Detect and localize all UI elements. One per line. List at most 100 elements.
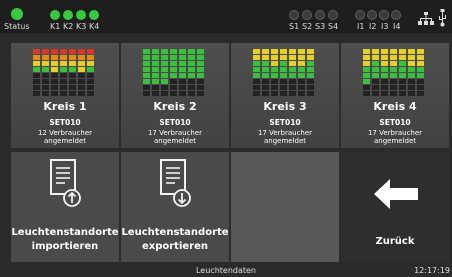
matrix-cell — [143, 73, 150, 78]
matrix-cell — [161, 61, 168, 66]
matrix-cell — [179, 49, 186, 54]
circuit-name: Kreis 2 — [153, 100, 197, 113]
matrix-cell — [170, 73, 177, 78]
matrix-cell — [42, 55, 49, 60]
matrix-cell — [143, 85, 150, 90]
matrix-cell — [161, 91, 168, 96]
s4-label: S4 — [328, 22, 339, 31]
circuit-tile-3[interactable]: Kreis 3 SET010 17 Verbraucher angemeldet — [231, 43, 339, 148]
matrix-cell — [87, 79, 94, 84]
matrix-cell — [33, 67, 40, 72]
circuit-set: SET010 — [379, 118, 411, 127]
circuit-name: Kreis 4 — [373, 100, 417, 113]
matrix-cell — [381, 79, 388, 84]
s3-label: S3 — [315, 22, 326, 31]
matrix-cell — [33, 85, 40, 90]
matrix-cell — [87, 73, 94, 78]
matrix-cell — [60, 91, 67, 96]
matrix-cell — [262, 85, 269, 90]
matrix-cell — [280, 67, 287, 72]
matrix-cell — [271, 79, 278, 84]
matrix-cell — [363, 67, 370, 72]
circuit-name: Kreis 1 — [43, 100, 87, 113]
circuit-name: Kreis 3 — [263, 100, 307, 113]
circuit-tile-4[interactable]: Kreis 4 SET010 17 Verbraucher angemeldet — [341, 43, 449, 148]
matrix-cell — [298, 85, 305, 90]
matrix-cell — [372, 79, 379, 84]
i4-label: I4 — [393, 22, 401, 31]
s1-label: S1 — [289, 22, 300, 31]
matrix-cell — [289, 49, 296, 54]
matrix-cell — [152, 67, 159, 72]
matrix-cell — [143, 67, 150, 72]
matrix-cell — [69, 85, 76, 90]
matrix-cell — [280, 91, 287, 96]
matrix-cell — [87, 91, 94, 96]
matrix-cell — [51, 85, 58, 90]
export-locations-button[interactable]: Leuchtenstandorte exportieren — [121, 152, 229, 262]
back-button[interactable]: Zurück — [341, 152, 449, 262]
consumer-count-line2: angemeldet — [43, 137, 87, 145]
matrix-cell — [289, 79, 296, 84]
load-matrix — [253, 49, 316, 97]
matrix-cell — [262, 67, 269, 72]
consumer-count-line2: angemeldet — [263, 137, 307, 145]
matrix-cell — [161, 67, 168, 72]
matrix-cell — [399, 85, 406, 90]
import-locations-button[interactable]: Leuchtenstandorte importieren — [11, 152, 119, 262]
matrix-cell — [271, 73, 278, 78]
matrix-cell — [179, 79, 186, 84]
back-label: Zurück — [375, 236, 415, 247]
matrix-cell — [262, 49, 269, 54]
matrix-cell — [87, 85, 94, 90]
matrix-cell — [271, 85, 278, 90]
matrix-cell — [289, 55, 296, 60]
matrix-cell — [42, 91, 49, 96]
matrix-cell — [152, 49, 159, 54]
circuit-tile-1[interactable]: Kreis 1 SET010 12 Verbraucher angemeldet — [11, 43, 119, 148]
matrix-cell — [33, 61, 40, 66]
matrix-cell — [262, 55, 269, 60]
k4-label: K4 — [89, 22, 100, 31]
matrix-cell — [280, 55, 287, 60]
matrix-cell — [197, 49, 204, 54]
matrix-cell — [253, 73, 260, 78]
matrix-cell — [42, 73, 49, 78]
footer-bar: Leuchtendaten 12:17:19 — [0, 265, 452, 277]
matrix-cell — [417, 55, 424, 60]
matrix-cell — [253, 85, 260, 90]
matrix-cell — [69, 79, 76, 84]
matrix-cell — [363, 61, 370, 66]
matrix-cell — [262, 91, 269, 96]
matrix-cell — [417, 85, 424, 90]
matrix-cell — [197, 85, 204, 90]
matrix-cell — [253, 49, 260, 54]
k2-led — [63, 10, 73, 20]
k3-label: K3 — [76, 22, 87, 31]
matrix-cell — [381, 91, 388, 96]
matrix-cell — [170, 91, 177, 96]
matrix-cell — [381, 61, 388, 66]
matrix-cell — [280, 61, 287, 66]
matrix-cell — [390, 79, 397, 84]
matrix-cell — [197, 79, 204, 84]
matrix-cell — [152, 85, 159, 90]
matrix-cell — [298, 55, 305, 60]
matrix-cell — [51, 61, 58, 66]
k1-label: K1 — [50, 22, 61, 31]
matrix-cell — [161, 73, 168, 78]
matrix-cell — [271, 67, 278, 72]
circuit-tile-2[interactable]: Kreis 2 SET010 17 Verbraucher angemeldet — [121, 43, 229, 148]
circuit-set: SET010 — [159, 118, 191, 127]
matrix-cell — [298, 61, 305, 66]
matrix-cell — [307, 85, 314, 90]
s2-label: S2 — [302, 22, 313, 31]
matrix-cell — [33, 73, 40, 78]
matrix-cell — [372, 85, 379, 90]
matrix-cell — [33, 55, 40, 60]
consumer-count-line2: angemeldet — [373, 137, 417, 145]
matrix-cell — [33, 79, 40, 84]
matrix-cell — [307, 55, 314, 60]
matrix-cell — [188, 91, 195, 96]
status-bar: Status K1 K2 K3 K4 S1 S2 S3 S4 I1 I2 I3 … — [0, 0, 452, 33]
